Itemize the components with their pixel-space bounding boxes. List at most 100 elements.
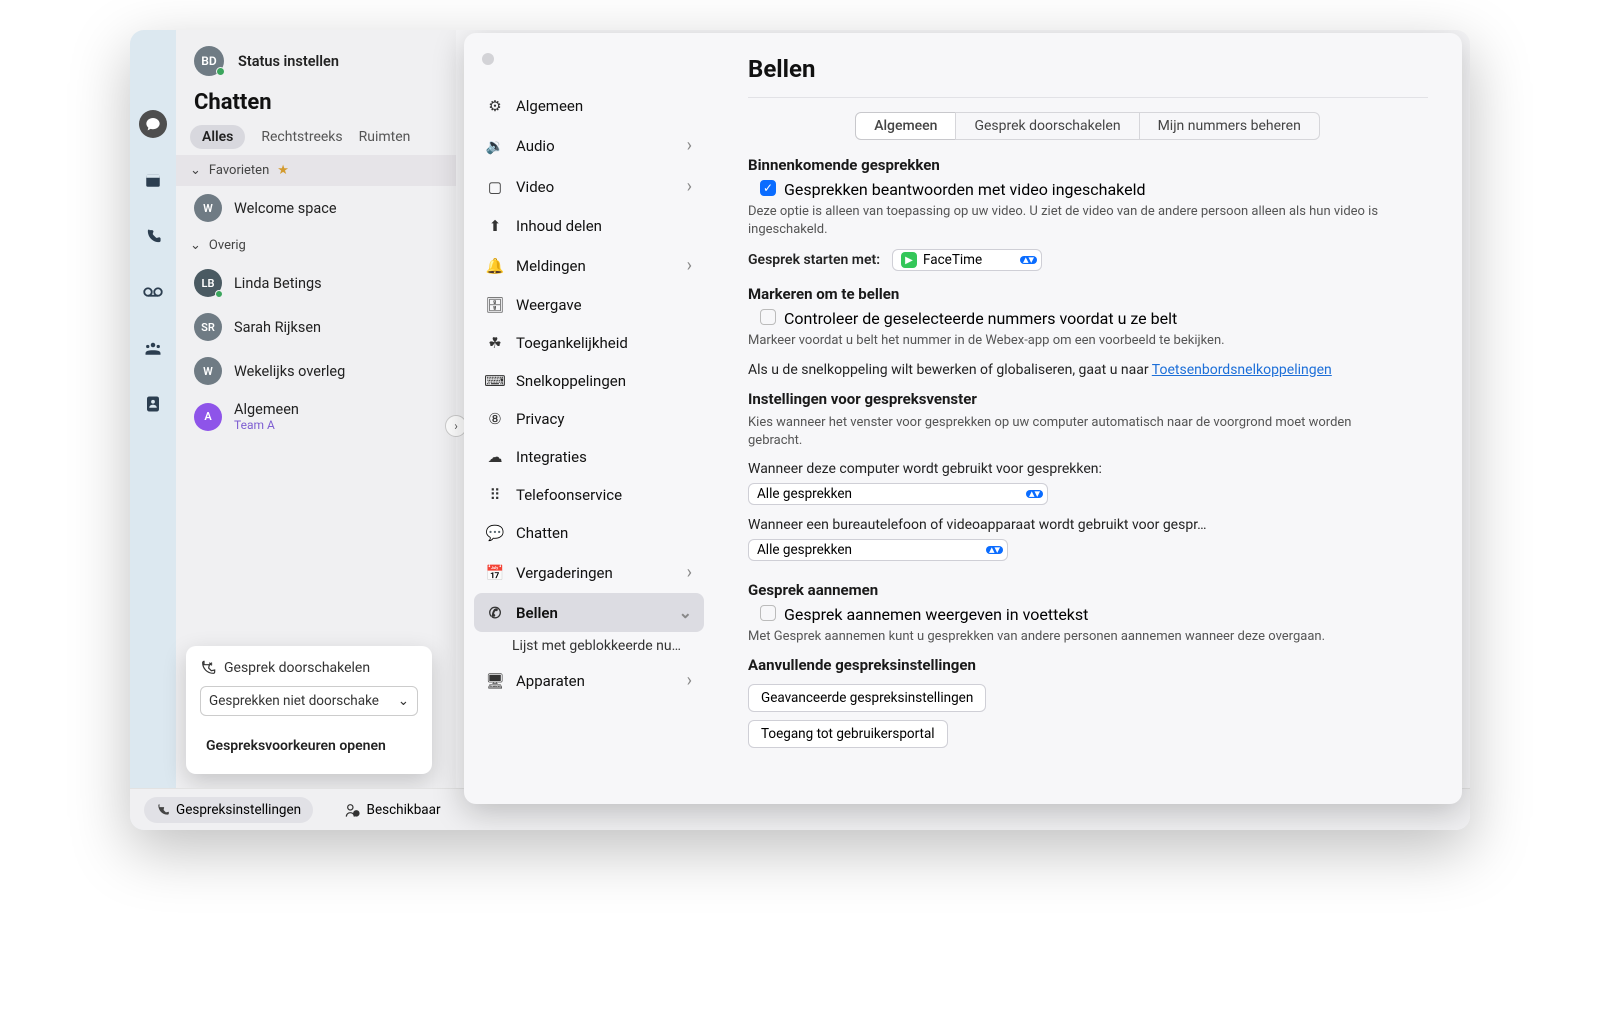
- chat-avatar-icon: W: [194, 357, 222, 385]
- dial-icon: ⠿: [486, 486, 504, 504]
- chat-item[interactable]: LB Linda Betings: [176, 261, 456, 305]
- filter-direct[interactable]: Rechtstreeks: [261, 129, 342, 145]
- rail-voicemail-icon[interactable]: [139, 278, 167, 306]
- appear-icon: 🗄: [486, 296, 504, 314]
- rail-contacts-icon[interactable]: [139, 390, 167, 418]
- priv-icon: ⑧: [486, 410, 504, 428]
- avatar[interactable]: BD: [194, 46, 224, 76]
- checkbox-answer-video[interactable]: ✓: [760, 180, 776, 196]
- section-other-label: Overig: [209, 238, 246, 253]
- chat-item[interactable]: A Algemeen Team A: [176, 393, 456, 440]
- settings-content: Bellen Algemeen Gesprek doorschakelen Mi…: [714, 33, 1462, 804]
- footer-call-settings[interactable]: Gespreksinstellingen: [144, 797, 313, 823]
- status-set-label[interactable]: Status instellen: [238, 53, 339, 70]
- when-computer-select[interactable]: Alle gesprekken ▴▾: [748, 483, 1048, 505]
- section-favourites-label: Favorieten: [209, 163, 269, 178]
- sound-icon: 🔉: [486, 137, 504, 155]
- rail-chat-icon[interactable]: [139, 110, 167, 138]
- keys-icon: ⌨: [486, 372, 504, 390]
- settings-nav-item-label: Bellen: [516, 604, 558, 622]
- cal-icon: 📅: [486, 564, 504, 582]
- window-help: Kies wanneer het venster voor gesprekken…: [748, 414, 1388, 450]
- checkbox-mark-label: Controleer de geselecteerde nummers voor…: [784, 309, 1177, 328]
- rail-team-icon[interactable]: [139, 334, 167, 362]
- chat-item[interactable]: W Welcome space: [176, 186, 456, 230]
- app-window: BD Status instellen Chatten Alles Rechts…: [130, 30, 1470, 830]
- facetime-icon: ▶: [901, 252, 917, 268]
- settings-nav-subitem[interactable]: Lijst met geblokkeerde num…: [474, 632, 704, 660]
- filter-all[interactable]: Alles: [190, 125, 245, 149]
- section-favourites[interactable]: ⌄ Favorieten ★: [176, 155, 456, 186]
- advanced-settings-button[interactable]: Geavanceerde gespreksinstellingen: [748, 684, 986, 712]
- settings-nav-item-label: Audio: [516, 137, 555, 155]
- settings-nav-item[interactable]: 🗄 Weergave: [474, 286, 704, 324]
- presence-dot-icon: [216, 67, 225, 76]
- settings-nav-item[interactable]: ⑧Privacy: [474, 400, 704, 438]
- settings-nav-item[interactable]: ☘Toegankelijkheid: [474, 324, 704, 362]
- settings-nav-item[interactable]: 🖥 Apparaten: [474, 660, 704, 701]
- when-deskphone-select[interactable]: Alle gesprekken ▴▾: [748, 539, 1008, 561]
- chat-item-sublabel: Team A: [234, 418, 299, 432]
- settings-nav-item[interactable]: ▢ Video: [474, 166, 704, 207]
- rail-calendar-icon[interactable]: [139, 166, 167, 194]
- settings-nav-item-label: Weergave: [516, 296, 582, 314]
- video-icon: ▢: [486, 178, 504, 196]
- chevron-down-icon: ⌄: [190, 238, 201, 253]
- traffic-light-icon[interactable]: [482, 53, 494, 65]
- chevron-down-icon: ⌄: [398, 693, 409, 709]
- chevron-right-icon: [687, 255, 692, 276]
- chevron-down-icon: ⌄: [190, 163, 201, 178]
- answer-video-help: Deze optie is alleen van toepassing op u…: [748, 203, 1388, 239]
- filter-rooms[interactable]: Ruimten: [359, 129, 411, 145]
- settings-nav-item-label: Video: [516, 178, 554, 196]
- phone-gear-icon: [156, 803, 170, 817]
- settings-nav-item[interactable]: ⚙Algemeen: [474, 87, 704, 125]
- forward-select[interactable]: Gesprekken niet doorschake ⌄: [200, 686, 418, 716]
- segment-control: Algemeen Gesprek doorschakelen Mijn numm…: [748, 112, 1428, 140]
- open-call-prefs-button[interactable]: Gespreksvoorkeuren openen: [200, 732, 418, 760]
- settings-nav-item[interactable]: ✆ Bellen: [474, 593, 704, 632]
- cloud-icon: ☁: [486, 448, 504, 466]
- footer-presence-label: Beschikbaar: [367, 802, 441, 818]
- dev-icon: 🖥: [486, 672, 504, 690]
- footer-presence[interactable]: Beschikbaar: [345, 802, 441, 818]
- shortcut-link[interactable]: Toetsenbordsnelkoppelingen: [1152, 362, 1332, 378]
- tab-general[interactable]: Algemeen: [855, 112, 956, 140]
- start-with-select[interactable]: ▶ FaceTime ▴▾: [892, 249, 1042, 271]
- chat-item-label: Wekelijks overleg: [234, 363, 345, 380]
- chat-icon: 💬: [486, 524, 504, 542]
- chevron-down-icon: [679, 603, 692, 622]
- chevron-right-icon: [687, 670, 692, 691]
- settings-nav-item[interactable]: 📅Vergaderingen: [474, 552, 704, 593]
- chat-title: Chatten: [176, 82, 456, 119]
- settings-nav-item[interactable]: 🔔Meldingen: [474, 245, 704, 286]
- settings-nav-item[interactable]: ⬆Inhoud delen: [474, 207, 704, 245]
- chat-item[interactable]: SR Sarah Rijksen: [176, 305, 456, 349]
- bell-icon: 🔔: [486, 257, 504, 275]
- settings-nav-item[interactable]: ⌨Snelkoppelingen: [474, 362, 704, 400]
- pickup-help: Met Gesprek aannemen kunt u gesprekken v…: [748, 628, 1388, 646]
- tab-my-numbers[interactable]: Mijn nummers beheren: [1139, 112, 1320, 140]
- settings-nav-item[interactable]: 💬Chatten: [474, 514, 704, 552]
- settings-nav-item-label: Apparaten: [516, 672, 585, 690]
- user-portal-button[interactable]: Toegang tot gebruikersportal: [748, 720, 948, 748]
- rail-phone-icon[interactable]: [139, 222, 167, 250]
- select-arrows-icon: ▴▾: [986, 546, 1003, 554]
- select-arrows-icon: ▴▾: [1020, 256, 1037, 264]
- forward-popup: Gesprek doorschakelen Gesprekken niet do…: [186, 646, 432, 774]
- chat-item-label: Welcome space: [234, 200, 337, 217]
- phone-icon: ✆: [486, 604, 504, 622]
- checkbox-mark[interactable]: [760, 309, 776, 325]
- chat-item[interactable]: W Wekelijks overleg: [176, 349, 456, 393]
- nav-rail: [130, 30, 176, 830]
- start-with-label: Gesprek starten met:: [748, 252, 880, 268]
- settings-nav-item[interactable]: ⠿Telefoonservice: [474, 476, 704, 514]
- chevron-right-icon: [687, 176, 692, 197]
- chat-avatar-icon: W: [194, 194, 222, 222]
- settings-nav-item[interactable]: ☁Integraties: [474, 438, 704, 476]
- tab-forward[interactable]: Gesprek doorschakelen: [955, 112, 1139, 140]
- section-other[interactable]: ⌄ Overig: [176, 230, 456, 261]
- checkbox-pickup[interactable]: [760, 605, 776, 621]
- chat-column: BD Status instellen Chatten Alles Rechts…: [176, 30, 456, 830]
- settings-nav-item[interactable]: 🔉 Audio: [474, 125, 704, 166]
